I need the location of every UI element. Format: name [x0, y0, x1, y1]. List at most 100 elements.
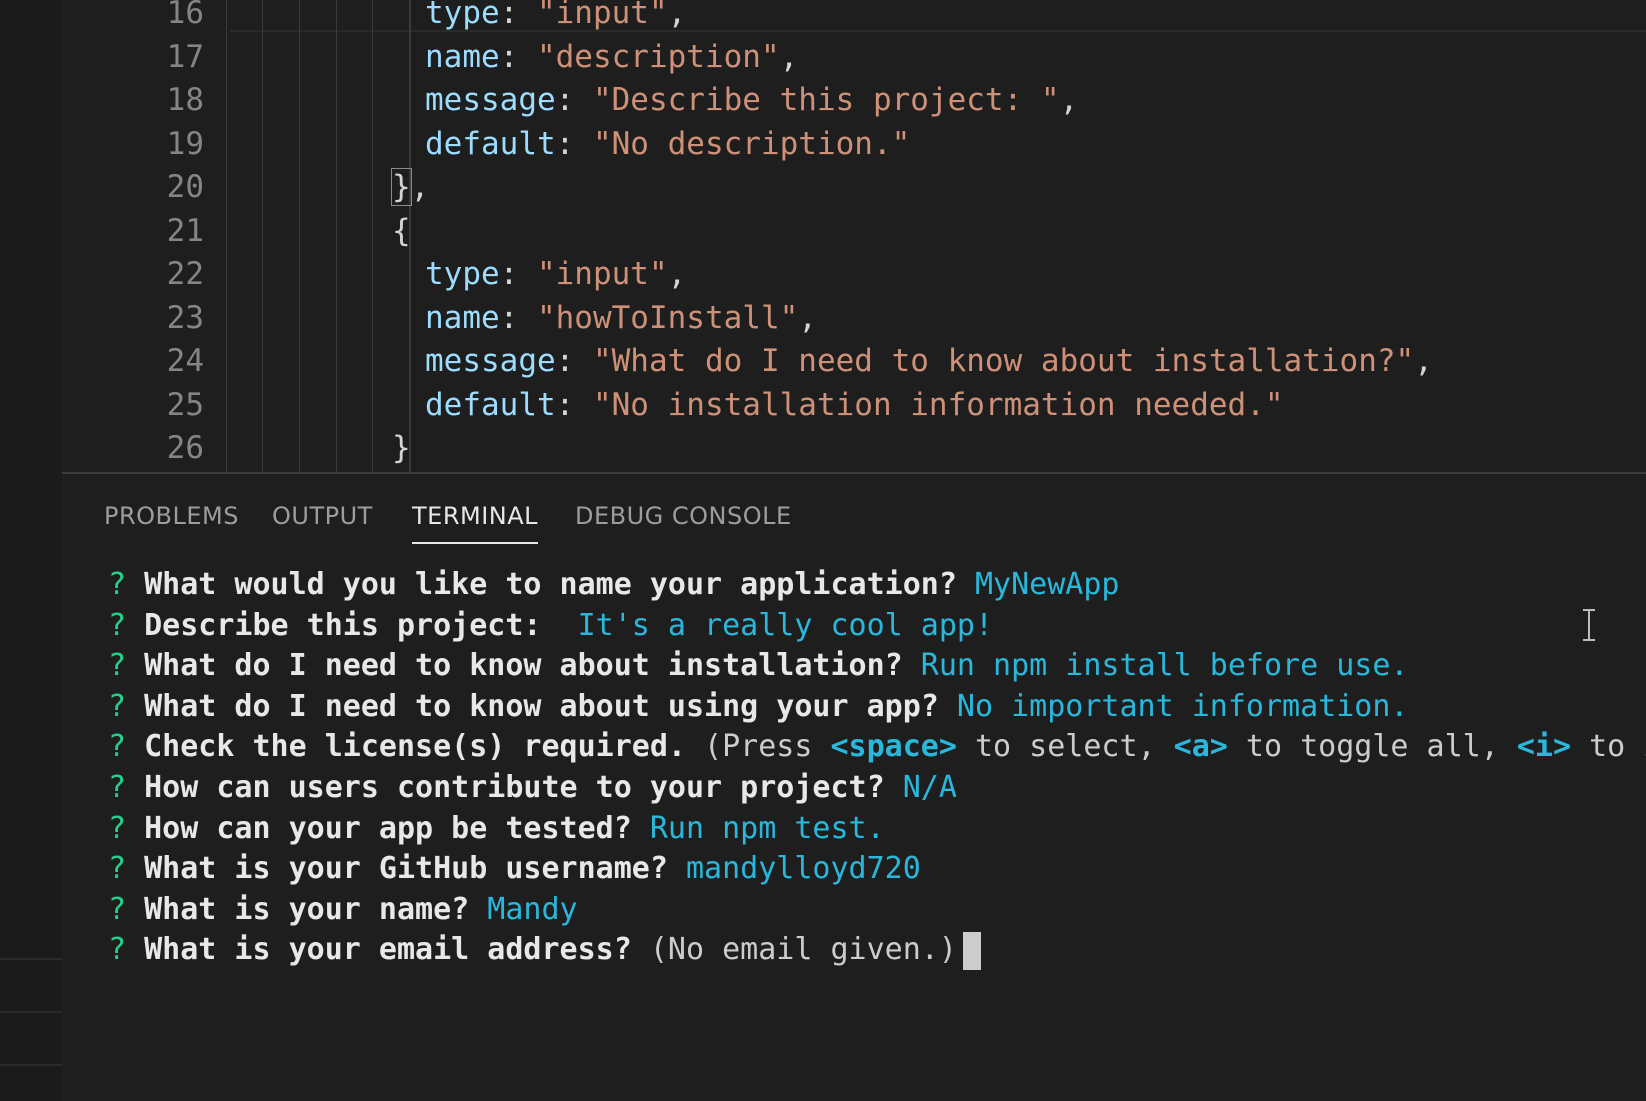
line-number: 16 [166, 0, 204, 31]
tab-output[interactable]: OUTPUT [272, 502, 373, 542]
key-hint: <i> [1516, 729, 1572, 765]
vscode-window: 16 type: "input", 17 name: "description", 18… [0, 0, 1646, 1101]
question-mark: ? [108, 688, 145, 724]
code-text: type: "input", [425, 251, 686, 297]
hint-text: (No email given.) [631, 932, 957, 968]
line-number: 22 [166, 256, 204, 292]
answer-text: Run npm install before use. [902, 648, 1409, 684]
code-token: , [667, 256, 687, 292]
question-mark: ? [108, 932, 145, 968]
code-line: 18 message: "Describe this project: ", [62, 77, 1646, 123]
key-hint: <space> [830, 729, 957, 765]
code-text: name: "description", [425, 34, 798, 80]
code-token: type [425, 256, 500, 292]
strip-divider [0, 1064, 62, 1066]
code-token: "What do I need to know about installati… [592, 343, 1415, 379]
answer-text: It's a really cool app! [559, 607, 994, 643]
code-token: : [499, 0, 537, 31]
prompt-text: What would you like to name your applica… [144, 567, 957, 602]
line-number: 21 [166, 212, 204, 249]
code-editor[interactable]: 16 type: "input", 17 name: "description", 18… [62, 0, 1646, 472]
text-cursor-icon [1583, 609, 1595, 641]
tab-debug-console[interactable]: DEBUG CONSOLE [575, 502, 792, 542]
code-line: 19 default: "No description." [62, 121, 1646, 167]
code-token: : [499, 299, 537, 336]
code-token: "Describe this project: " [592, 82, 1060, 118]
code-token: "howToInstall" [536, 299, 799, 336]
bottom-panel: PROBLEMS OUTPUT TERMINAL DEBUG CONSOLE ? Wh… [62, 472, 1646, 1101]
code-token: "input" [536, 256, 668, 292]
hint-text: (Press [704, 729, 831, 765]
strip-divider [0, 958, 62, 960]
line-number: 20 [166, 169, 204, 205]
code-token: , [779, 38, 799, 75]
question-mark: ? [108, 770, 145, 805]
line-number: 23 [166, 299, 204, 336]
question-mark: ? [108, 648, 145, 684]
code-token: "No description." [592, 125, 911, 162]
prompt-text: What do I need to know about using your … [144, 688, 939, 724]
code-token: message [425, 343, 556, 379]
hint-text: to i [1589, 729, 1646, 765]
code-line: 21 { [62, 208, 1646, 254]
code-token: type [425, 0, 500, 31]
tab-terminal[interactable]: TERMINAL [412, 502, 539, 544]
answer-text: Run npm test. [631, 810, 885, 846]
terminal-cursor [962, 931, 981, 970]
prompt-text: What is your GitHub username? [144, 851, 668, 887]
line-number: 24 [166, 343, 204, 379]
code-line: 20}, [62, 164, 1646, 210]
hint-text: to select, [956, 729, 1174, 765]
code-line: 17 name: "description", [62, 34, 1646, 80]
code-text: message: "What do I need to know about i… [425, 338, 1433, 384]
terminal-line: ? Describe this project: It's a really c… [108, 605, 993, 646]
code-token: { [392, 212, 411, 249]
code-token: name [425, 299, 500, 336]
answer-text: MyNewApp [956, 567, 1120, 602]
code-line: 24 message: "What do I need to know about… [62, 338, 1646, 384]
question-mark: ? [108, 851, 145, 887]
answer-text: No important information. [938, 688, 1409, 724]
code-token: default [425, 125, 556, 162]
terminal-line: ? What do I need to know about installat… [108, 645, 1408, 686]
code-text: name: "howToInstall", [425, 295, 817, 341]
terminal[interactable]: ? What would you like to name your appli… [62, 564, 1646, 1094]
line-number: 18 [166, 82, 204, 118]
code-token: : [555, 386, 593, 423]
code-token: , [667, 0, 687, 31]
prompt-text: How can your app be tested? [144, 810, 632, 846]
question-mark: ? [108, 810, 145, 846]
code-text: } [392, 425, 411, 471]
code-token: , [1059, 82, 1079, 118]
code-text: { [392, 208, 411, 254]
question-mark: ? [108, 729, 145, 765]
line-number: 19 [166, 125, 204, 162]
code-line: 25 default: "No installation information … [62, 382, 1646, 428]
question-mark: ? [108, 891, 145, 927]
code-text: }, [391, 164, 429, 210]
strip-divider [0, 1011, 62, 1013]
prompt-text: Check the license(s) required. [144, 729, 686, 765]
line-number: 17 [166, 38, 204, 75]
answer-text: mandylloyd720 [667, 851, 921, 887]
code-text: default: "No installation information ne… [425, 382, 1284, 428]
panel-tab-bar: PROBLEMS OUTPUT TERMINAL DEBUG CONSOLE [62, 474, 1646, 554]
terminal-line: ? How can users contribute to your proje… [108, 767, 957, 808]
terminal-line: ? What do I need to know about using you… [108, 686, 1408, 727]
code-token: : [555, 125, 593, 162]
code-text: default: "No description." [425, 121, 910, 167]
code-line: 23 name: "howToInstall", [62, 295, 1646, 341]
hint-text: to toggle all, [1227, 729, 1517, 765]
code-token: } [392, 430, 411, 466]
prompt-text: What is your name? [144, 891, 470, 927]
code-token: name [425, 38, 500, 75]
matched-bracket: } [391, 168, 412, 206]
code-token: message [425, 82, 556, 118]
code-line: 16 type: "input", [62, 0, 1646, 36]
question-mark: ? [108, 567, 145, 602]
code-token: , [1414, 343, 1433, 379]
code-token: : [499, 256, 537, 292]
code-token: : [499, 38, 537, 75]
tab-problems[interactable]: PROBLEMS [104, 502, 239, 542]
terminal-line: ? What would you like to name your appli… [108, 564, 1119, 605]
